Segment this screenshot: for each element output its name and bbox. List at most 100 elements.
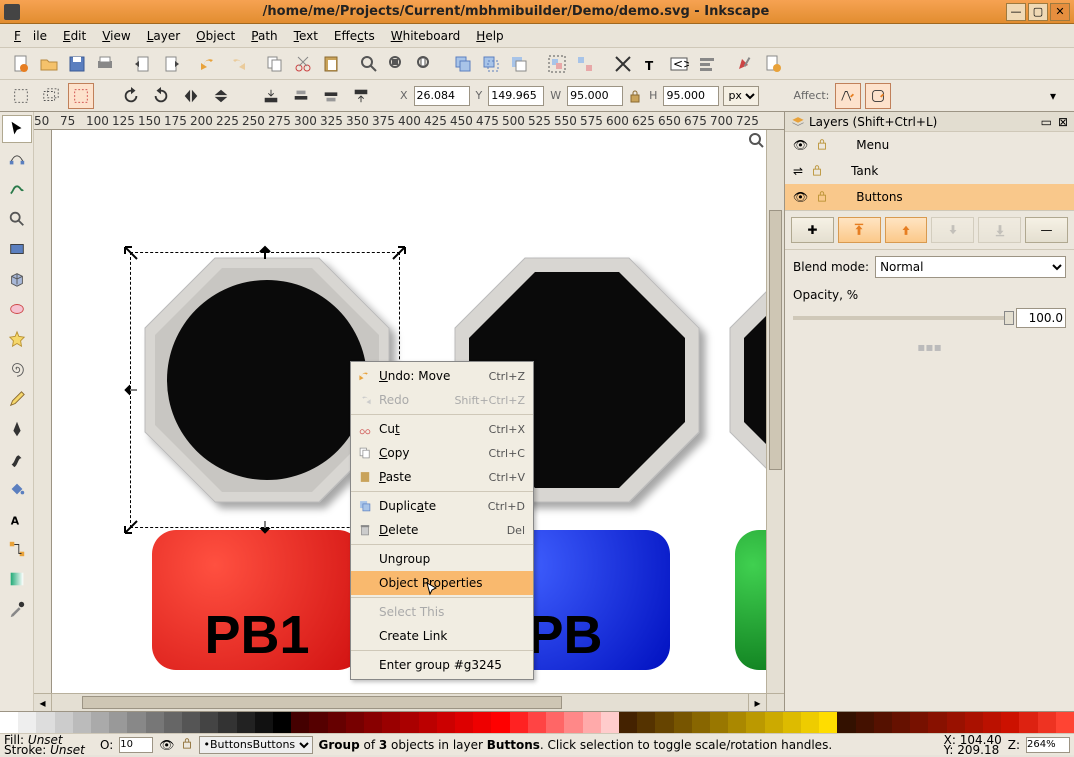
zoom-page-button[interactable] (412, 51, 438, 77)
ctx-cut[interactable]: CutCtrl+X (351, 417, 533, 441)
lower-bottom-button[interactable] (258, 83, 284, 109)
connector-tool[interactable] (2, 535, 32, 563)
affect-stroke-button[interactable] (835, 83, 861, 109)
eye-closed-icon[interactable]: ⇌ (793, 164, 803, 178)
h-input[interactable] (663, 86, 719, 106)
menu-object[interactable]: Object (190, 27, 241, 45)
blend-select[interactable]: Normal (875, 256, 1066, 278)
menu-text[interactable]: Text (288, 27, 324, 45)
panel-detach-icon[interactable]: ▭ (1041, 115, 1052, 129)
lock-icon[interactable] (627, 86, 643, 106)
3dbox-tool[interactable] (2, 265, 32, 293)
pencil-tool[interactable] (2, 385, 32, 413)
align-button[interactable] (694, 51, 720, 77)
handle-n[interactable] (257, 245, 273, 261)
clone-button[interactable] (478, 51, 504, 77)
raise-button[interactable] (318, 83, 344, 109)
layer-add-button[interactable]: ✚ (791, 217, 834, 243)
layer-up-button[interactable] (885, 217, 928, 243)
zoom-fit-button[interactable] (356, 51, 382, 77)
ctx-object-properties[interactable]: Object Properties (351, 571, 533, 595)
group-button[interactable] (544, 51, 570, 77)
print-button[interactable] (92, 51, 118, 77)
handle-sw[interactable] (123, 519, 139, 535)
layer-item-buttons[interactable]: 👁 Buttons (785, 184, 1074, 210)
ungroup-button[interactable] (572, 51, 598, 77)
preferences-button[interactable] (732, 51, 758, 77)
spiral-tool[interactable] (2, 355, 32, 383)
flip-v-button[interactable] (208, 83, 234, 109)
rotate-cw-button[interactable] (148, 83, 174, 109)
layer-top-button[interactable] (838, 217, 881, 243)
ctx-delete[interactable]: DeleteDel (351, 518, 533, 542)
handle-ne[interactable] (391, 245, 407, 261)
new-button[interactable] (8, 51, 34, 77)
handle-nw[interactable] (123, 245, 139, 261)
canvas[interactable]: PB1 PB Undo: MoveCtrl+Z (52, 130, 766, 693)
menu-effects[interactable]: Effects (328, 27, 381, 45)
octagon-button-3[interactable] (722, 250, 766, 520)
menu-layer[interactable]: Layer (141, 27, 186, 45)
pb1-button[interactable]: PB1 (152, 530, 362, 670)
menu-file[interactable]: File (8, 27, 53, 45)
select-all-layers-button[interactable] (38, 83, 64, 109)
ctx-undo[interactable]: Undo: MoveCtrl+Z (351, 364, 533, 388)
gradient-tool[interactable] (2, 565, 32, 593)
minimize-button[interactable]: — (1006, 3, 1026, 21)
close-button[interactable]: ✕ (1050, 3, 1070, 21)
opacity-input[interactable] (1016, 308, 1066, 328)
lock-icon[interactable] (816, 190, 828, 205)
unlink-clone-button[interactable] (506, 51, 532, 77)
selector-tool[interactable] (2, 115, 32, 143)
opacity-slider[interactable] (793, 316, 1010, 320)
layer-down-button[interactable] (931, 217, 974, 243)
lock-icon[interactable] (811, 164, 823, 179)
paste-button[interactable] (318, 51, 344, 77)
duplicate-button[interactable] (450, 51, 476, 77)
zoom-drawing-button[interactable] (384, 51, 410, 77)
rotate-ccw-button[interactable] (118, 83, 144, 109)
calligraphy-tool[interactable] (2, 445, 32, 473)
pen-tool[interactable] (2, 415, 32, 443)
zoom-input[interactable] (1026, 737, 1070, 753)
eye-icon[interactable]: 👁 (793, 138, 808, 152)
text-dialog-button[interactable]: T (638, 51, 664, 77)
toolbar-menu-button[interactable]: ▾ (1040, 83, 1066, 109)
zoom-tool[interactable] (2, 205, 32, 233)
eye-icon[interactable]: 👁 (793, 190, 808, 204)
lock-icon[interactable] (816, 138, 828, 153)
zoom-corner-icon[interactable] (748, 132, 764, 148)
tweak-tool[interactable] (2, 175, 32, 203)
rect-tool[interactable] (2, 235, 32, 263)
save-button[interactable] (64, 51, 90, 77)
menu-help[interactable]: Help (470, 27, 509, 45)
document-properties-button[interactable] (760, 51, 786, 77)
menu-whiteboard[interactable]: Whiteboard (385, 27, 467, 45)
layer-bottom-button[interactable] (978, 217, 1021, 243)
lower-button[interactable] (288, 83, 314, 109)
raise-top-button[interactable] (348, 83, 374, 109)
export-button[interactable] (158, 51, 184, 77)
ctx-paste[interactable]: PasteCtrl+V (351, 465, 533, 489)
ctx-duplicate[interactable]: DuplicateCtrl+D (351, 494, 533, 518)
bucket-tool[interactable] (2, 475, 32, 503)
menu-edit[interactable]: Edit (57, 27, 92, 45)
panel-grip[interactable]: ▪▪▪ (785, 336, 1074, 358)
ellipse-tool[interactable] (2, 295, 32, 323)
handle-w[interactable] (123, 382, 139, 398)
affect-corners-button[interactable] (865, 83, 891, 109)
horizontal-scrollbar[interactable]: ◂ ▸ (34, 693, 784, 711)
w-input[interactable] (567, 86, 623, 106)
y-input[interactable] (488, 86, 544, 106)
ctx-copy[interactable]: CopyCtrl+C (351, 441, 533, 465)
dropper-tool[interactable] (2, 595, 32, 623)
star-tool[interactable] (2, 325, 32, 353)
pb3-button[interactable] (735, 530, 766, 670)
ctx-ungroup[interactable]: Ungroup (351, 547, 533, 571)
ctx-enter-group[interactable]: Enter group #g3245 (351, 653, 533, 677)
color-palette[interactable] (0, 711, 1074, 733)
flip-h-button[interactable] (178, 83, 204, 109)
status-lock-icon[interactable] (181, 737, 193, 752)
menu-view[interactable]: View (96, 27, 136, 45)
select-all-button[interactable] (8, 83, 34, 109)
